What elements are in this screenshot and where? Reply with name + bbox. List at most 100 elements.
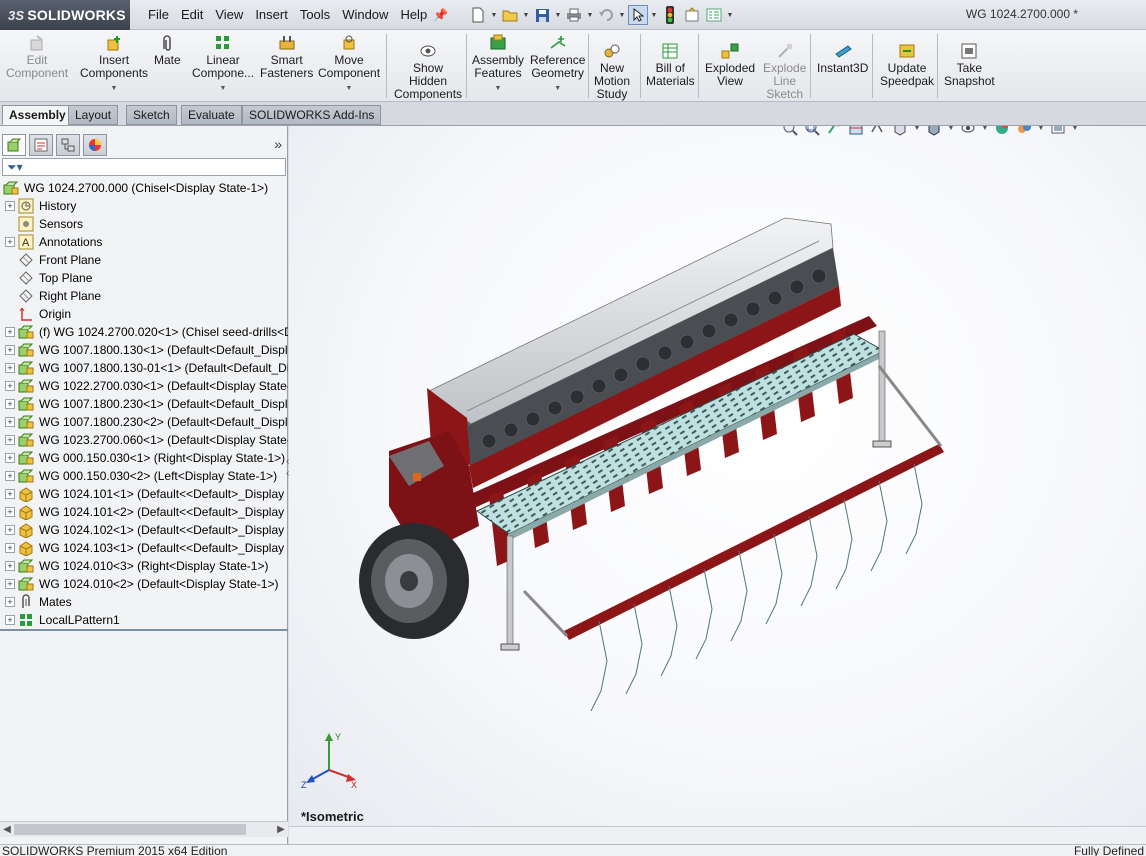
dropdown-arrow-icon[interactable]: ▼ [346,82,353,95]
tree-item[interactable]: Top Plane [0,269,288,287]
expand-node-icon[interactable]: + [5,561,15,571]
expand-node-icon[interactable]: + [5,507,15,517]
tree-filter-field[interactable]: ⏷▾ [2,158,286,176]
assembly-features-button[interactable]: Assembly Features ▼ [472,34,524,95]
previous-view-icon[interactable] [825,126,843,137]
solidworks-logo[interactable]: 3S SOLIDWORKS [0,0,130,30]
tree-item[interactable]: Sensors [0,215,288,233]
explode-line-sketch-button[interactable]: Explode Line Sketch [763,42,806,101]
seed-drill-3d-model[interactable] [349,166,989,726]
tree-item[interactable]: + WG 1023.2700.060<1> (Default<Display St… [0,431,288,449]
view-settings-icon[interactable] [1049,126,1067,137]
dropdown-arrow-icon[interactable]: ▼ [111,82,118,95]
expand-node-icon[interactable]: + [5,201,15,211]
property-manager-tab[interactable] [29,134,53,156]
tree-item[interactable]: + WG 1024.102<1> (Default<<Default>_Displ… [0,521,288,539]
tree-item[interactable]: + WG 1022.2700.030<1> (Default<Display St… [0,377,288,395]
hide-show-dropdown-icon[interactable]: ▼ [981,126,989,132]
exploded-view-button[interactable]: Exploded View [705,42,755,88]
expand-node-icon[interactable]: + [5,435,15,445]
move-component-button[interactable]: Move Component ▼ [318,34,380,95]
hide-show-items-icon[interactable] [959,126,977,137]
new-document-icon[interactable] [468,5,488,25]
menu-view[interactable]: View [209,4,249,26]
display-style-dropdown-icon[interactable]: ▼ [947,126,955,132]
update-speedpak-button[interactable]: Update Speedpak [880,42,934,88]
tree-item[interactable]: + WG 1024.103<1> (Default<<Default>_Displ… [0,539,288,557]
tab-sketch[interactable]: Sketch [126,105,177,125]
options-dropdown-icon[interactable]: ▼ [726,12,734,19]
select-cursor-icon[interactable] [628,5,648,25]
rebuild-traffic-light-icon[interactable] [660,5,680,25]
zoom-to-fit-icon[interactable] [781,126,799,137]
display-manager-tab[interactable] [83,134,107,156]
tree-item[interactable]: + Mates [0,593,288,611]
menu-tools[interactable]: Tools [294,4,336,26]
dropdown-arrow-icon[interactable]: ▼ [220,82,227,95]
print-icon[interactable] [564,5,584,25]
tree-item[interactable]: + WG 000.150.030<1> (Right<Display State-… [0,449,288,467]
expand-node-icon[interactable]: + [5,417,15,427]
open-folder-icon[interactable] [500,5,520,25]
select-dropdown-icon[interactable]: ▼ [650,12,658,19]
expand-panel-icon[interactable]: » [274,136,282,152]
tree-item[interactable]: + (f) WG 1024.2700.020<1> (Chisel seed-dr… [0,323,288,341]
view-orientation-icon[interactable] [891,126,909,137]
undo-icon[interactable] [596,5,616,25]
section-view-icon[interactable] [847,126,865,137]
apply-scene-icon[interactable] [1015,126,1033,137]
undo-dropdown-icon[interactable]: ▼ [618,12,626,19]
view-orientation-dropdown-icon[interactable]: ▼ [913,126,921,132]
tree-item[interactable]: + WG 000.150.030<2> (Left<Display State-1… [0,467,288,485]
tree-item[interactable]: + WG 1007.1800.230<2> (Default<Default_Di… [0,413,288,431]
edit-component-button[interactable]: Edit Component [6,34,68,80]
tree-item[interactable]: + History [0,197,288,215]
save-dropdown-icon[interactable]: ▼ [554,12,562,19]
expand-node-icon[interactable]: + [5,579,15,589]
print-dropdown-icon[interactable]: ▼ [586,12,594,19]
feature-manager-tab[interactable] [2,134,26,156]
bill-of-materials-button[interactable]: Bill of Materials [646,42,695,88]
configuration-manager-tab[interactable] [56,134,80,156]
scroll-right-icon[interactable]: ▶ [275,822,287,837]
menu-edit[interactable]: Edit [175,4,209,26]
dropdown-arrow-icon[interactable]: ▼ [554,82,561,95]
menu-insert[interactable]: Insert [249,4,294,26]
scrollbar-thumb[interactable] [14,824,246,835]
tree-horizontal-scrollbar[interactable]: ◀ ▶ [0,821,288,837]
tree-item[interactable]: Front Plane [0,251,288,269]
expand-node-icon[interactable]: + [5,489,15,499]
view-settings-dropdown-icon[interactable]: ▼ [1071,126,1079,132]
expand-node-icon[interactable]: + [5,327,15,337]
tab-layout[interactable]: Layout [68,105,119,125]
expand-node-icon[interactable]: + [5,525,15,535]
tree-item[interactable]: + WG 1007.1800.230<1> (Default<Default_Di… [0,395,288,413]
tree-item[interactable]: + WG 1024.101<1> (Default<<Default>_Displ… [0,485,288,503]
expand-node-icon[interactable]: + [5,471,15,481]
dropdown-arrow-icon[interactable]: ▼ [495,82,502,95]
tree-item[interactable]: + WG 1007.1800.130<1> (Default<Default_Di… [0,341,288,359]
menu-file[interactable]: File [142,4,175,26]
expand-node-icon[interactable]: + [5,237,15,247]
take-snapshot-button[interactable]: Take Snapshot [944,42,995,88]
expand-node-icon[interactable]: + [5,399,15,409]
dynamic-annotation-icon[interactable] [869,126,887,137]
options-icon[interactable] [704,5,724,25]
expand-node-icon[interactable]: + [5,381,15,391]
pin-menu-icon[interactable]: 📌 [433,8,448,22]
tree-item[interactable]: + WG 1024.101<2> (Default<<Default>_Displ… [0,503,288,521]
display-style-icon[interactable] [925,126,943,137]
open-dropdown-icon[interactable]: ▼ [522,12,530,19]
tab-assembly[interactable]: Assembly [2,105,73,125]
save-icon[interactable] [532,5,552,25]
apply-scene-dropdown-icon[interactable]: ▼ [1037,126,1045,132]
show-hidden-components-button[interactable]: Show Hidden Components [394,42,462,101]
expand-node-icon[interactable]: + [5,543,15,553]
tab-solidworks-add-ins[interactable]: SOLIDWORKS Add-Ins [242,105,382,125]
expand-node-icon[interactable]: + [5,453,15,463]
instant3d-button[interactable]: Instant3D [817,42,868,75]
tab-evaluate[interactable]: Evaluate [181,105,242,125]
tree-item[interactable]: + WG 1024.010<3> (Right<Display State-1>) [0,557,288,575]
new-motion-study-button[interactable]: New Motion Study [594,42,630,101]
tree-item[interactable]: + LocalLPattern1 [0,611,288,629]
